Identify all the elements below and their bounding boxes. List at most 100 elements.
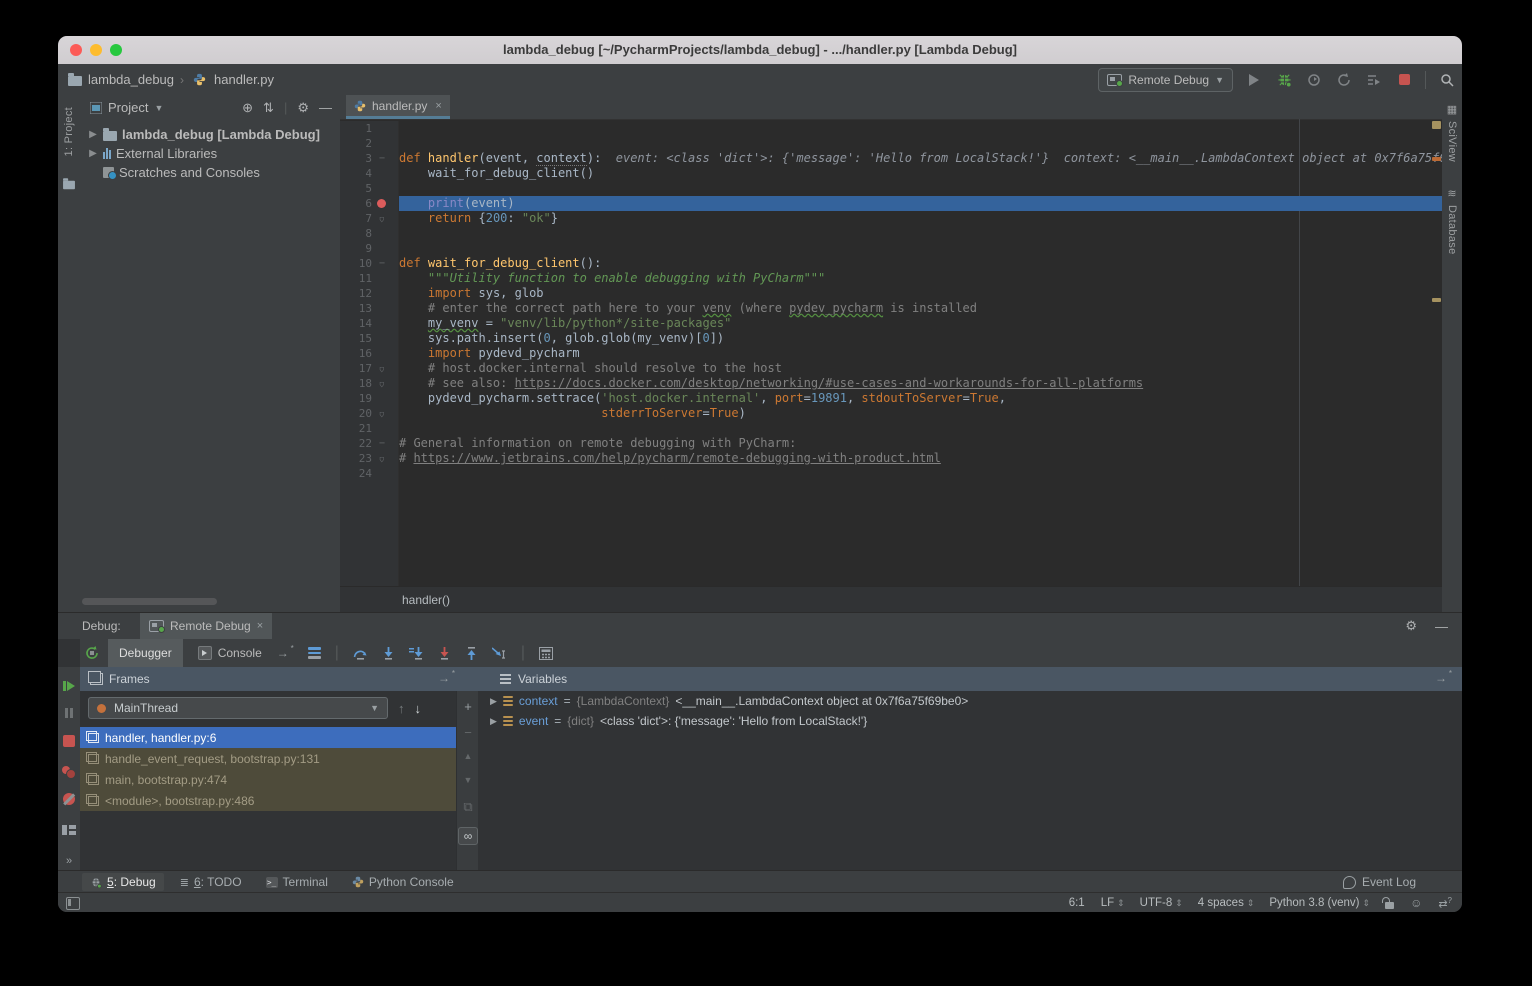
pause-button[interactable] xyxy=(58,708,80,718)
run-configuration-select[interactable]: Remote Debug ▼ xyxy=(1098,68,1233,92)
stop-button[interactable] xyxy=(1395,71,1413,89)
code-line[interactable]: wait_for_debug_client() xyxy=(399,166,1442,181)
gutter-line[interactable]: 19 xyxy=(340,391,398,406)
stack-frame-row[interactable]: main, bootstrap.py:474 xyxy=(80,769,456,790)
interpreter-select[interactable]: Python 3.8 (venv)⇕ xyxy=(1269,897,1369,909)
gutter-line[interactable]: 11 xyxy=(340,271,398,286)
coverage-icon[interactable] xyxy=(1335,71,1353,89)
threads-view-icon[interactable] xyxy=(308,647,321,659)
fold-end-marker-icon[interactable]: ⌂ xyxy=(372,361,392,376)
gutter-line[interactable]: 5 xyxy=(340,181,398,196)
chevron-right-icon[interactable]: ▶ xyxy=(88,129,98,140)
run-to-cursor-icon[interactable] xyxy=(492,647,507,660)
chevron-down-icon[interactable]: ▼ xyxy=(154,103,163,113)
gutter-line[interactable]: 17⌂ xyxy=(340,361,398,376)
gutter-line[interactable]: 3− xyxy=(340,151,398,166)
gutter-line[interactable]: 7⌂ xyxy=(340,211,398,226)
restore-layout-icon[interactable] xyxy=(58,825,80,835)
settings-gear-icon[interactable]: ⚙ xyxy=(297,100,309,116)
inspections-profile-icon[interactable]: ☺ xyxy=(1410,896,1422,910)
variable-row[interactable]: ▶event={dict}<class 'dict'>: {'message':… xyxy=(478,711,1462,731)
breadcrumb-project[interactable]: lambda_debug xyxy=(88,72,174,87)
duplicate-watch-icon[interactable]: ⧉ xyxy=(457,799,479,815)
indent-select[interactable]: 4 spaces⇕ xyxy=(1198,897,1254,909)
evaluate-expression-icon[interactable] xyxy=(539,647,553,660)
fold-marker-icon[interactable]: − xyxy=(372,151,392,166)
tool-button-database[interactable]: Database xyxy=(1442,205,1462,255)
close-tab-icon[interactable]: × xyxy=(435,100,441,112)
tool-button-event-log[interactable]: Event Log xyxy=(1343,871,1416,893)
code-line[interactable]: import pydevd_pycharm xyxy=(399,346,1442,361)
fold-end-marker-icon[interactable]: ⌂ xyxy=(372,211,392,226)
tool-button-todo[interactable]: ≣ 6: TODO xyxy=(172,873,250,891)
gutter-line[interactable]: 23⌂ xyxy=(340,451,398,466)
step-over-icon[interactable] xyxy=(353,647,368,660)
remove-watch-icon[interactable]: − xyxy=(457,725,479,740)
tab-console[interactable]: Console xyxy=(187,639,273,667)
fold-end-marker-icon[interactable]: ⌂ xyxy=(372,376,392,391)
tool-button-python-console[interactable]: Python Console xyxy=(344,873,462,891)
move-watch-down-icon[interactable]: ▼ xyxy=(457,775,479,785)
show-execution-point-icon[interactable]: →* xyxy=(1435,671,1452,685)
gutter-line[interactable]: 22− xyxy=(340,436,398,451)
tree-item-project-root[interactable]: ▶ lambda_debug [Lambda Debug] xyxy=(80,125,340,144)
gutter-line[interactable]: 9 xyxy=(340,241,398,256)
code-line[interactable]: # host.docker.internal should resolve to… xyxy=(399,361,1442,376)
code-line[interactable]: return {200: "ok"} xyxy=(399,211,1442,226)
code-line[interactable]: sys.path.insert(0, glob.glob(my_venv)[0]… xyxy=(399,331,1442,346)
project-stripe-folder-icon[interactable] xyxy=(58,177,80,190)
tool-button-project[interactable]: 1: Project xyxy=(58,107,80,156)
hide-panel-icon[interactable]: — xyxy=(1435,619,1448,634)
editor-breadcrumbs[interactable]: handler() xyxy=(340,586,1442,612)
code-line[interactable]: import sys, glob xyxy=(399,286,1442,301)
gutter-line[interactable]: 20⌂ xyxy=(340,406,398,421)
variables-menu-icon[interactable] xyxy=(500,674,511,684)
tool-window-switcher-icon[interactable] xyxy=(66,897,80,910)
project-pane-title[interactable]: Project xyxy=(108,100,148,115)
previous-frame-icon[interactable]: ↑ xyxy=(398,701,405,716)
run-with-coverage-icon[interactable] xyxy=(1365,71,1383,89)
fold-marker-icon[interactable]: − xyxy=(372,256,392,271)
mute-breakpoints-icon[interactable] xyxy=(58,793,80,805)
close-session-icon[interactable]: × xyxy=(257,620,263,632)
chevron-right-icon[interactable]: ▶ xyxy=(490,716,497,727)
stop-button[interactable] xyxy=(58,735,80,747)
execution-line[interactable]: print(event) xyxy=(399,196,1442,211)
gutter-line[interactable]: 18⌂ xyxy=(340,376,398,391)
stack-frame-row[interactable]: <module>, bootstrap.py:486 xyxy=(80,790,456,811)
scrollbar-warning-mark[interactable] xyxy=(1432,157,1441,161)
step-into-my-code-icon[interactable] xyxy=(409,647,424,660)
code-line[interactable]: # see also: https://docs.docker.com/desk… xyxy=(399,376,1442,391)
line-ending-select[interactable]: LF⇕ xyxy=(1101,897,1124,909)
hide-panel-icon[interactable]: — xyxy=(319,100,332,115)
gutter-line[interactable]: 6 xyxy=(340,196,398,211)
show-execution-point-icon[interactable]: →* xyxy=(277,646,294,660)
debug-button[interactable] xyxy=(1275,71,1293,89)
code-line[interactable] xyxy=(399,136,1442,151)
code-line[interactable] xyxy=(399,241,1442,256)
project-horizontal-scrollbar[interactable] xyxy=(82,598,217,605)
gutter-line[interactable]: 21 xyxy=(340,421,398,436)
view-breakpoints-icon[interactable] xyxy=(58,766,80,778)
debug-session-tab[interactable]: Remote Debug × xyxy=(140,613,272,639)
step-into-icon[interactable] xyxy=(382,647,395,660)
tab-debugger[interactable]: Debugger xyxy=(108,639,183,667)
thread-select[interactable]: MainThread ▼ xyxy=(88,697,388,719)
tool-button-terminal[interactable]: >_ Terminal xyxy=(258,873,336,891)
add-watch-icon[interactable]: + xyxy=(457,699,479,714)
editor-tab-handler-py[interactable]: handler.py × xyxy=(346,95,450,119)
settings-gear-icon[interactable]: ⚙ xyxy=(1405,618,1417,634)
search-everywhere-icon[interactable] xyxy=(1438,71,1456,89)
code-line[interactable] xyxy=(399,181,1442,196)
chevron-right-icon[interactable]: ▶ xyxy=(490,696,497,707)
encoding-select[interactable]: UTF-8⇕ xyxy=(1140,897,1182,909)
fold-marker-icon[interactable]: − xyxy=(372,436,392,451)
readonly-lock-icon[interactable] xyxy=(1385,902,1394,909)
code-line[interactable]: """Utility function to enable debugging … xyxy=(399,271,1442,286)
step-out-icon[interactable] xyxy=(465,647,478,660)
tree-item-scratches[interactable]: Scratches and Consoles xyxy=(80,163,340,182)
show-watches-icon[interactable]: ∞ xyxy=(457,827,479,845)
stack-frame-row[interactable]: handle_event_request, bootstrap.py:131 xyxy=(80,748,456,769)
variable-row[interactable]: ▶context={LambdaContext}<__main__.Lambda… xyxy=(478,691,1462,711)
code-line[interactable] xyxy=(399,226,1442,241)
